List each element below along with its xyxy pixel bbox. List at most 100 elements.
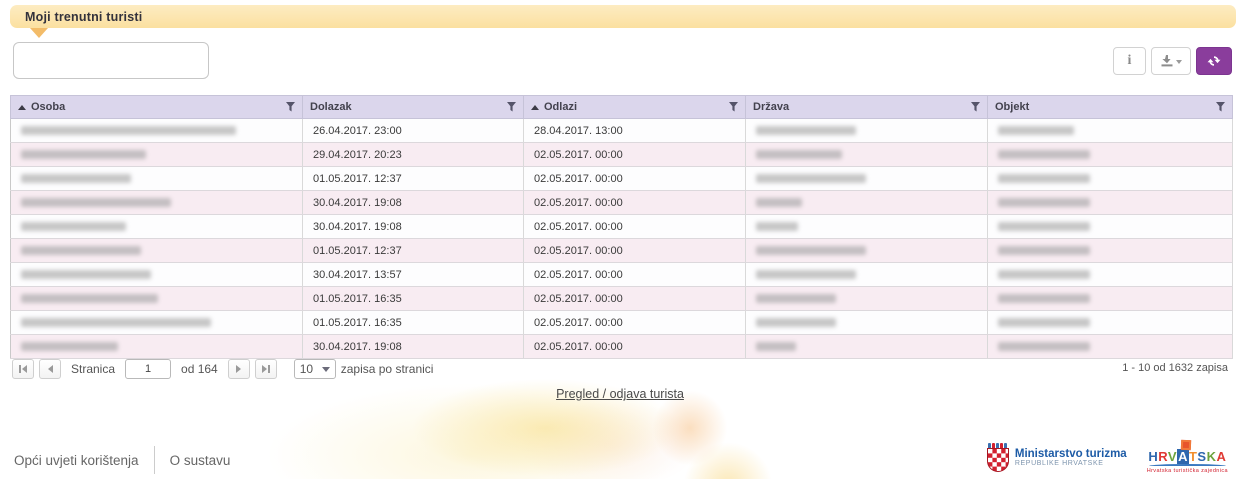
cell-osoba[interactable]	[11, 215, 303, 239]
ministry-of-tourism-logo: Ministarstvo turizma REPUBLIKE HRVATSKE	[987, 443, 1127, 473]
table-row[interactable]: 01.05.2017. 16:3502.05.2017. 00:00	[11, 287, 1233, 311]
cell-drzava	[746, 311, 988, 335]
review-checkout-link[interactable]: Pregled / odjava turista	[556, 387, 684, 401]
table-row[interactable]: 01.05.2017. 16:3502.05.2017. 00:00	[11, 311, 1233, 335]
column-header-2[interactable]: Odlazi	[524, 96, 746, 119]
cell-osoba[interactable]	[11, 239, 303, 263]
redacted-object	[998, 150, 1090, 159]
redacted-object	[998, 198, 1090, 207]
cell-osoba[interactable]	[11, 191, 303, 215]
tourists-table: Osoba Dolazak OdlaziDržava Objekt 26.04.201…	[10, 95, 1233, 359]
cell-objekt[interactable]	[988, 167, 1233, 191]
cell-odlazi: 28.04.2017. 13:00	[524, 119, 746, 143]
table-body: 26.04.2017. 23:0028.04.2017. 13:0029.04.…	[11, 119, 1233, 359]
cell-odlazi: 02.05.2017. 00:00	[524, 287, 746, 311]
info-button[interactable]: i	[1113, 47, 1146, 75]
cell-drzava	[746, 287, 988, 311]
page-size-select[interactable]: 10	[294, 359, 336, 379]
table-row[interactable]: 30.04.2017. 19:0802.05.2017. 00:00	[11, 335, 1233, 359]
redacted-person-name	[21, 270, 151, 279]
column-header-3[interactable]: Država	[746, 96, 988, 119]
cell-objekt[interactable]	[988, 119, 1233, 143]
cell-objekt[interactable]	[988, 335, 1233, 359]
last-page-icon	[262, 365, 267, 373]
cell-objekt[interactable]	[988, 311, 1233, 335]
table-row[interactable]: 30.04.2017. 13:5702.05.2017. 00:00	[11, 263, 1233, 287]
croatia-letter: R	[1158, 449, 1168, 464]
toolbar: i	[1113, 47, 1232, 75]
cell-objekt[interactable]	[988, 263, 1233, 287]
cell-odlazi: 02.05.2017. 00:00	[524, 239, 746, 263]
cell-osoba[interactable]	[11, 311, 303, 335]
croatia-logo-square-icon	[1180, 440, 1191, 451]
cell-osoba[interactable]	[11, 143, 303, 167]
table-row[interactable]: 26.04.2017. 23:0028.04.2017. 13:00	[11, 119, 1233, 143]
download-button[interactable]	[1151, 47, 1191, 75]
column-header-0[interactable]: Osoba	[11, 96, 303, 119]
filter-funnel-icon[interactable]	[286, 102, 295, 112]
cell-objekt[interactable]	[988, 287, 1233, 311]
page-size-value: 10	[300, 362, 313, 376]
redacted-country	[756, 150, 842, 159]
croatia-letter: H	[1148, 449, 1158, 464]
cell-odlazi: 02.05.2017. 00:00	[524, 215, 746, 239]
pagination: Stranica od 164 10 zapisa po stranici	[12, 359, 433, 379]
croatia-letter: A	[1216, 449, 1226, 464]
croatia-letter: A	[1177, 449, 1189, 464]
about-link[interactable]: O sustavu	[170, 453, 231, 468]
redacted-person-name	[21, 174, 131, 183]
filter-funnel-icon[interactable]	[507, 102, 516, 112]
table-row[interactable]: 29.04.2017. 20:2302.05.2017. 00:00	[11, 143, 1233, 167]
croatia-wordmark: HRVATSKA	[1147, 450, 1228, 463]
filter-funnel-icon[interactable]	[1216, 102, 1225, 112]
previous-page-button[interactable]	[39, 359, 61, 379]
last-page-button[interactable]	[255, 359, 277, 379]
info-icon: i	[1128, 53, 1132, 69]
column-label: Objekt	[995, 101, 1029, 113]
croatia-letter: V	[1168, 449, 1177, 464]
redacted-person-name	[21, 222, 126, 231]
cell-osoba[interactable]	[11, 335, 303, 359]
download-icon	[1161, 55, 1173, 67]
refresh-button[interactable]	[1196, 47, 1232, 75]
table-header-row: Osoba Dolazak OdlaziDržava Objekt	[11, 96, 1233, 119]
page-number-input[interactable]	[125, 359, 171, 379]
terms-link[interactable]: Opći uvjeti korištenja	[14, 453, 139, 468]
redacted-object	[998, 318, 1090, 327]
filter-funnel-icon[interactable]	[729, 102, 738, 112]
chevron-down-icon	[1176, 60, 1182, 64]
cell-objekt[interactable]	[988, 143, 1233, 167]
next-page-button[interactable]	[228, 359, 250, 379]
table-row[interactable]: 01.05.2017. 12:3702.05.2017. 00:00	[11, 167, 1233, 191]
cell-objekt[interactable]	[988, 215, 1233, 239]
cell-dolazak: 30.04.2017. 13:57	[303, 263, 524, 287]
page-tab: Moji trenutni turisti	[10, 5, 1236, 28]
redacted-person-name	[21, 342, 118, 351]
redacted-object	[998, 246, 1090, 255]
footer-links: Opći uvjeti korištenja O sustavu	[14, 446, 230, 474]
cell-osoba[interactable]	[11, 263, 303, 287]
croatia-tourist-board-logo: HRVATSKA Hrvatska turistička zajednica	[1147, 442, 1228, 474]
cell-objekt[interactable]	[988, 191, 1233, 215]
redacted-person-name	[21, 246, 141, 255]
page-label: Stranica	[71, 362, 115, 376]
column-header-1[interactable]: Dolazak	[303, 96, 524, 119]
redacted-object	[998, 342, 1090, 351]
column-label: Dolazak	[310, 101, 352, 113]
column-header-4[interactable]: Objekt	[988, 96, 1233, 119]
table-row[interactable]: 30.04.2017. 19:0802.05.2017. 00:00	[11, 215, 1233, 239]
cell-osoba[interactable]	[11, 287, 303, 311]
search-input[interactable]	[13, 42, 209, 79]
table-row[interactable]: 30.04.2017. 19:0802.05.2017. 00:00	[11, 191, 1233, 215]
filter-funnel-icon[interactable]	[971, 102, 980, 112]
redacted-person-name	[21, 294, 158, 303]
records-summary: 1 - 10 od 1632 zapisa	[1122, 362, 1228, 374]
first-page-button[interactable]	[12, 359, 34, 379]
redacted-country	[756, 294, 836, 303]
cell-osoba[interactable]	[11, 167, 303, 191]
cell-objekt[interactable]	[988, 239, 1233, 263]
table-row[interactable]: 01.05.2017. 12:3702.05.2017. 00:00	[11, 239, 1233, 263]
redacted-person-name	[21, 150, 146, 159]
cell-osoba[interactable]	[11, 119, 303, 143]
redacted-country	[756, 246, 866, 255]
